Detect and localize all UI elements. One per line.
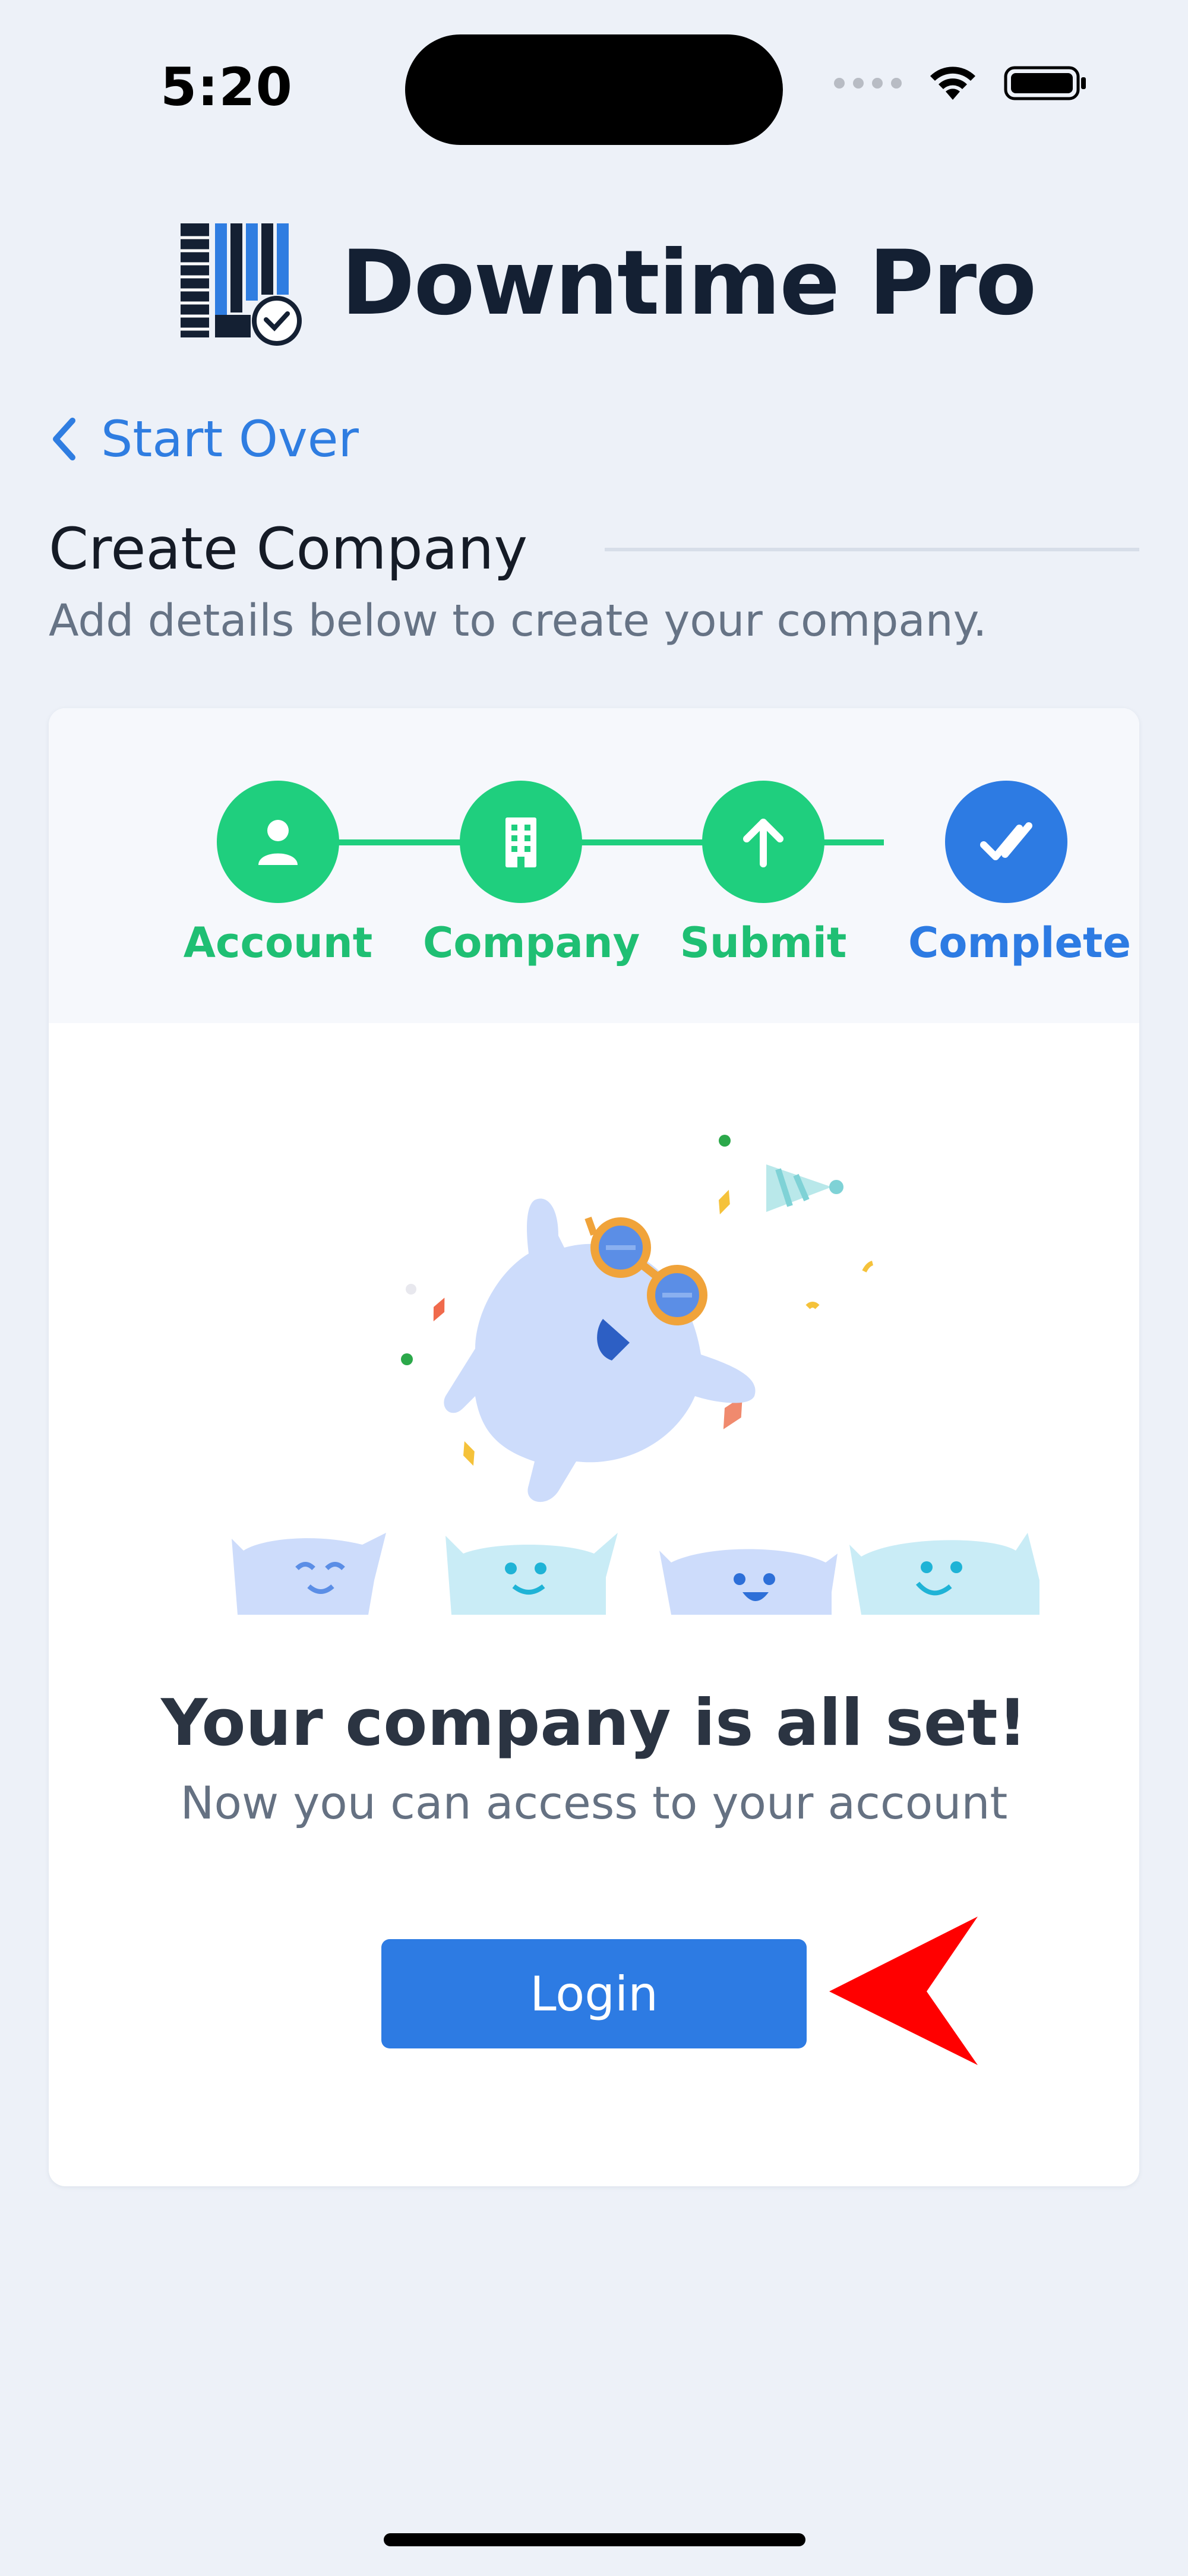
status-icons [834, 64, 1087, 102]
login-button[interactable]: Login [381, 1939, 807, 2048]
double-check-icon [945, 781, 1067, 903]
step-label: Company [423, 918, 640, 967]
celebration-illustration [232, 1135, 1040, 1615]
step-company: Company [423, 781, 640, 967]
status-time: 5:20 [160, 56, 293, 118]
battery-icon [1004, 66, 1086, 100]
brand-header: Downtime Pro [178, 220, 1037, 347]
chevron-left-icon [53, 418, 75, 460]
dynamic-island [405, 34, 783, 145]
step-submit: Submit [665, 781, 861, 967]
start-over-link[interactable]: Start Over [51, 410, 359, 468]
downtime-pro-logo-icon [181, 223, 302, 346]
page-subtitle: Add details below to create your company… [49, 595, 987, 646]
page-title: Create Company [49, 516, 528, 582]
arrow-up-icon [702, 781, 824, 903]
success-message: Now you can access to your account [180, 1776, 1008, 1829]
user-icon [217, 781, 339, 903]
home-indicator [384, 2533, 805, 2546]
success-title: Your company is all set! [161, 1686, 1027, 1760]
step-complete: Complete [908, 781, 1131, 967]
step-label: Submit [680, 918, 847, 967]
step-label: Complete [908, 918, 1131, 967]
step-account: Account [180, 781, 376, 967]
start-over-label: Start Over [101, 410, 359, 468]
brand-name: Downtime Pro [341, 232, 1037, 335]
annotation-arrow-icon [829, 1917, 978, 2065]
building-icon [460, 781, 582, 903]
title-divider [605, 548, 1139, 551]
step-label: Account [183, 918, 373, 967]
progress-stepper: Account Company Submit Complete [49, 708, 1139, 1023]
cellular-signal-icon [834, 78, 902, 89]
wifi-icon [930, 67, 975, 100]
